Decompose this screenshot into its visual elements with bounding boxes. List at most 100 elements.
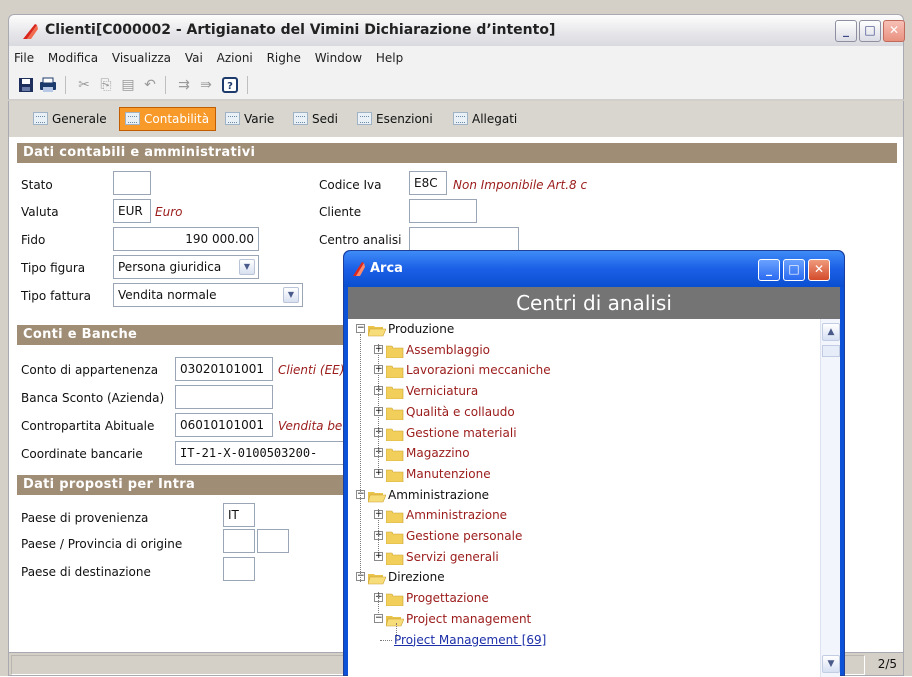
section-header-banche: Conti e Banche [17,325,357,345]
copy-icon[interactable]: ⎘ [97,76,115,94]
tree-node[interactable]: + Assemblaggio [348,340,818,360]
help-icon[interactable]: ? [221,76,239,94]
paese-provenienza-field[interactable]: IT [223,503,255,527]
coordinate-field[interactable]: IT-21-X-0100503200- [175,441,347,465]
cut-icon[interactable]: ✂ [75,76,93,94]
tree-node[interactable]: + Servizi generali [348,547,818,567]
tab-sedi-icon [293,112,308,125]
tree-node[interactable]: + Verniciatura [348,381,818,401]
menu-azioni[interactable]: Azioni [212,46,258,70]
menu-window[interactable]: Window [310,46,367,70]
menu-modifica[interactable]: Modifica [43,46,103,70]
dialog-maximize-button[interactable]: □ [783,259,805,281]
stato-field[interactable] [113,171,151,195]
codice-iva-field[interactable]: E8C [409,171,447,195]
tree-node[interactable]: + Manutenzione [348,464,818,484]
tree-node[interactable]: + Amministrazione [348,505,818,525]
tree-node[interactable]: + Lavorazioni meccaniche [348,360,818,380]
contropartita-description: Vendita be [278,419,343,433]
folder-icon [385,613,405,627]
banca-sconto-field[interactable] [175,385,273,409]
tree-node[interactable]: − Direzione [348,567,818,587]
dialog-close-button[interactable]: ✕ [808,259,830,281]
tab-sedi[interactable]: Sedi [287,107,345,131]
dialog-minimize-button[interactable]: _ [758,259,780,281]
provincia-origine-field[interactable] [257,529,289,553]
folder-icon [367,571,387,585]
undo-icon[interactable]: ↶ [141,76,159,94]
tree-node[interactable]: + Gestione materiali [348,423,818,443]
tree-node[interactable]: + Qualità e collaudo [348,402,818,422]
contropartita-field[interactable]: 06010101001 [175,413,273,437]
tab-label: Contabilità [144,112,210,126]
cliente-label: Cliente [319,205,362,219]
tree-connector [378,343,379,468]
scroll-up-icon[interactable]: ▲ [822,323,840,341]
tab-esenzioni-icon [357,112,372,125]
tree-scrollbar[interactable]: ▲ ▼ [820,319,840,677]
tab-contabilita-icon [125,112,140,125]
tree-node-label: Assemblaggio [406,342,490,357]
move-row-icon[interactable]: ⇛ [197,76,215,94]
close-button[interactable]: ✕ [883,20,905,42]
tree-node-label: Qualità e collaudo [406,404,515,419]
expand-icon[interactable]: + [374,551,383,561]
tree-node-label: Verniciatura [406,384,479,399]
tree-node[interactable]: − Project management [348,609,818,629]
coordinate-label: Coordinate bancarie [21,447,143,461]
insert-row-icon[interactable]: ⇉ [175,76,193,94]
stato-label: Stato [21,178,53,192]
paste-icon[interactable]: ▤ [119,76,137,94]
minimize-button[interactable]: _ [835,20,857,42]
folder-icon [385,406,404,421]
save-icon[interactable] [17,76,35,94]
paese-destinazione-label: Paese di destinazione [21,565,151,579]
menu-help[interactable]: Help [371,46,408,70]
paese-origine-field[interactable] [223,529,255,553]
collapse-icon[interactable]: − [356,324,365,333]
maximize-button[interactable]: □ [859,20,881,42]
tab-contabilita[interactable]: Contabilità [119,107,217,131]
tree-node[interactable]: + Progettazione [348,588,818,608]
tab-esenzioni[interactable]: Esenzioni [351,107,440,131]
menu-vai[interactable]: Vai [180,46,208,70]
codice-iva-description: Non Imponibile Art.8 c [453,178,588,192]
menu-visualizza[interactable]: Visualizza [107,46,176,70]
tab-generale[interactable]: Generale [27,107,114,131]
tipo-figura-select[interactable]: Persona giuridica ▼ [113,255,259,279]
tree-node[interactable]: − Produzione [348,319,818,339]
tree-node[interactable]: + Gestione personale [348,526,818,546]
tipo-fattura-select[interactable]: Vendita normale ▼ [113,283,303,307]
tree-node[interactable]: Project Management [69] [348,630,818,650]
tree-node-label: Project management [406,611,532,626]
conto-appartenenza-field[interactable]: 03020101001 [175,357,273,381]
codice-iva-label: Codice Iva [319,178,382,192]
menu-file[interactable]: File [9,46,39,70]
dialog-title: Arca [370,261,403,276]
scroll-thumb[interactable] [822,345,840,357]
scroll-down-icon[interactable]: ▼ [822,655,840,673]
tab-allegati[interactable]: Allegati [447,107,524,131]
centro-analisi-field[interactable] [409,227,519,251]
expand-icon[interactable]: + [374,468,383,478]
tab-label: Sedi [312,112,338,126]
tree-node-label: Manutenzione [406,466,491,481]
print-icon[interactable] [39,76,57,94]
menu-bar: File Modifica Visualizza Vai Azioni Righ… [8,46,904,70]
tree-connector [380,639,392,641]
tab-varie[interactable]: Varie [219,107,281,131]
tree-node-label: Direzione [388,570,445,585]
chevron-down-icon[interactable]: ▼ [239,259,255,275]
folder-icon [385,385,404,400]
collapse-icon[interactable]: − [374,613,383,623]
tree-node[interactable]: + Magazzino [348,443,818,463]
tree-node[interactable]: − Amministrazione [348,485,818,505]
paese-destinazione-field[interactable] [223,557,255,581]
fido-field[interactable]: 190 000.00 [113,227,259,251]
chevron-down-icon[interactable]: ▼ [283,287,299,303]
menu-righe[interactable]: Righe [262,46,306,70]
cliente-field[interactable] [409,199,477,223]
tree-leaf-label: Project Management [69] [394,632,547,647]
valuta-field[interactable]: EUR [113,199,151,223]
folder-icon [385,551,404,565]
